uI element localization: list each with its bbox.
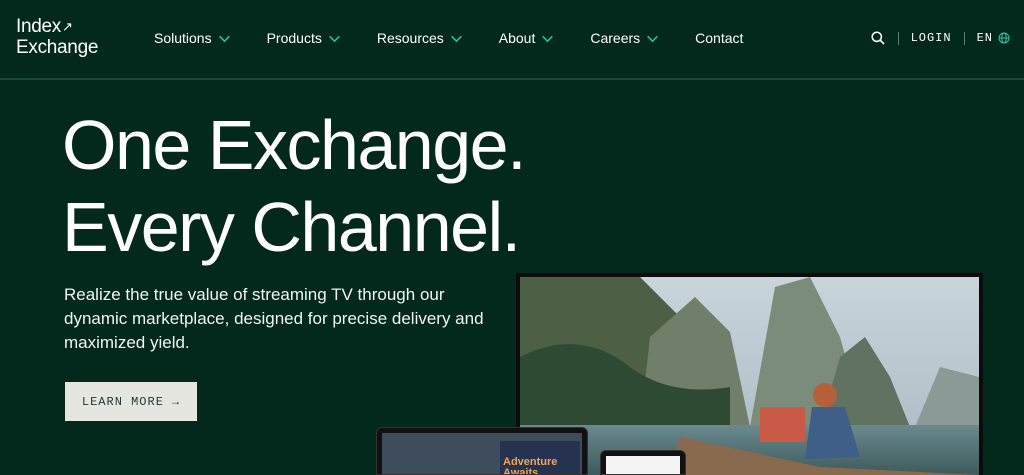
main-nav: Solutions Products Resources About Caree… <box>154 30 743 46</box>
chevron-down-icon <box>542 35 554 42</box>
hero-subtitle: Realize the true value of streaming TV t… <box>64 285 484 352</box>
nav-item-solutions[interactable]: Solutions <box>154 30 231 46</box>
language-label: EN <box>976 31 993 45</box>
nav-label: Contact <box>695 30 744 46</box>
nav-label: About <box>498 30 536 46</box>
phone-screen <box>606 456 680 474</box>
hero-title-line-2: Every Channel. <box>62 188 521 266</box>
nav-label: Solutions <box>154 30 212 46</box>
nav-item-contact[interactable]: Contact <box>695 30 743 46</box>
nav-label: Careers <box>590 30 641 46</box>
search-icon[interactable] <box>870 30 886 46</box>
nav-item-about[interactable]: About <box>499 30 555 46</box>
adventure-card: Adventure Awaits <box>500 441 580 474</box>
arrow-right-icon: → <box>171 394 181 409</box>
divider <box>897 31 899 45</box>
learn-more-button[interactable]: LEARN MORE → <box>65 382 197 421</box>
tablet-device-image: Adventure Awaits <box>376 427 588 475</box>
chevron-down-icon <box>218 35 230 42</box>
site-header: Index↗ Exchange Solutions Products Resou… <box>0 0 1024 80</box>
divider <box>963 31 965 45</box>
logo-line-1: Index↗ <box>16 16 73 37</box>
chevron-down-icon <box>328 35 340 42</box>
lake-scene-image <box>520 277 979 475</box>
language-selector[interactable]: EN <box>977 31 1010 45</box>
hero-title: One Exchange. Every Channel. <box>62 104 662 268</box>
learn-more-label: LEARN MORE <box>81 394 164 409</box>
phone-device-image <box>600 450 686 475</box>
nav-item-careers[interactable]: Careers <box>590 30 659 46</box>
hero-title-line-1: One Exchange. <box>62 106 527 184</box>
chevron-down-icon <box>450 35 462 42</box>
logo-arrow-icon: ↗ <box>61 19 73 34</box>
logo-line-2: Exchange <box>16 37 99 58</box>
logo[interactable]: Index↗ Exchange <box>16 16 126 58</box>
nav-item-resources[interactable]: Resources <box>377 30 463 46</box>
globe-icon <box>998 32 1010 44</box>
nav-label: Products <box>266 30 322 46</box>
utility-nav: LOGIN EN <box>870 30 1010 46</box>
tablet-screen: Adventure Awaits <box>382 433 582 474</box>
login-link[interactable]: LOGIN <box>911 31 952 45</box>
chevron-down-icon <box>647 35 659 42</box>
nav-item-products[interactable]: Products <box>267 30 341 46</box>
nav-label: Resources <box>376 30 444 46</box>
